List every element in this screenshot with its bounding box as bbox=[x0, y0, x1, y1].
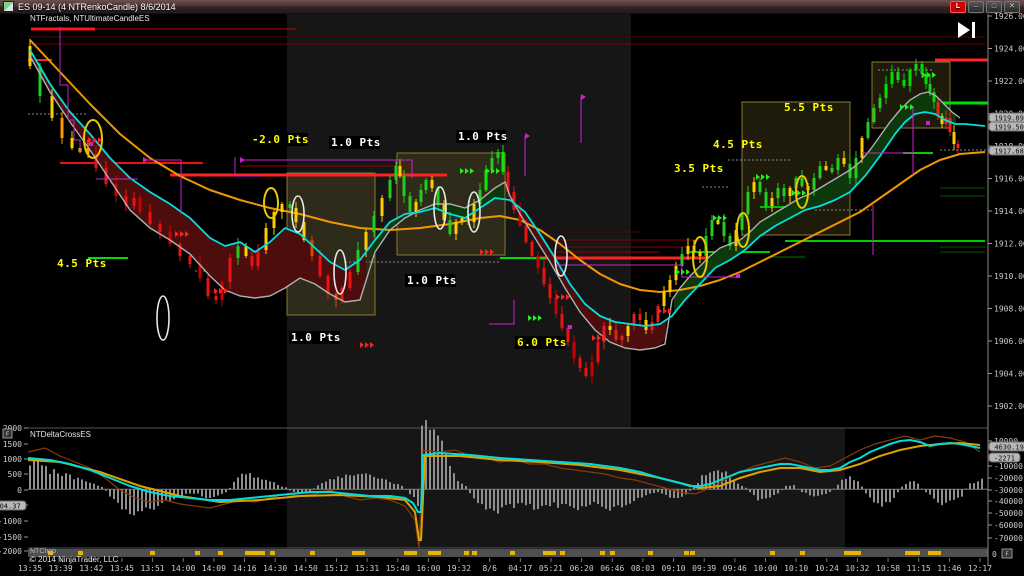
svg-text:1.0 Pts: 1.0 Pts bbox=[291, 331, 341, 344]
svg-text:04:17: 04:17 bbox=[508, 564, 532, 573]
svg-text:14:16: 14:16 bbox=[232, 564, 256, 573]
svg-text:19:32: 19:32 bbox=[447, 564, 471, 573]
svg-text:1.0 Pts: 1.0 Pts bbox=[407, 274, 457, 287]
svg-text:13:42: 13:42 bbox=[79, 564, 103, 573]
lower-panel-label: NTDeltaCrossES bbox=[30, 431, 91, 439]
svg-text:13:35: 13:35 bbox=[18, 564, 42, 573]
svg-text:-20000: -20000 bbox=[994, 474, 1023, 483]
svg-text:09:10: 09:10 bbox=[662, 564, 686, 573]
svg-text:06:20: 06:20 bbox=[570, 564, 594, 573]
svg-text:1914.00: 1914.00 bbox=[994, 207, 1024, 216]
chart-canvas[interactable]: 1926.001924.001922.001920.001918.001916.… bbox=[0, 0, 1024, 576]
svg-text:1.0 Pts: 1.0 Pts bbox=[458, 130, 508, 143]
svg-text:0: 0 bbox=[17, 486, 22, 495]
svg-text:-40000: -40000 bbox=[994, 497, 1023, 506]
svg-text:-60000: -60000 bbox=[994, 521, 1023, 530]
svg-text:13:51: 13:51 bbox=[141, 564, 165, 573]
svg-text:-1000: -1000 bbox=[0, 517, 22, 526]
svg-text:11:46: 11:46 bbox=[937, 564, 961, 573]
svg-text:5.5 Pts: 5.5 Pts bbox=[784, 101, 834, 114]
svg-text:3.5 Pts: 3.5 Pts bbox=[674, 162, 724, 175]
svg-text:F: F bbox=[6, 431, 10, 438]
svg-text:14:30: 14:30 bbox=[263, 564, 287, 573]
svg-text:4630.19: 4630.19 bbox=[994, 444, 1024, 452]
copyright-text: © 2014 NinjaTrader, LLC bbox=[30, 556, 118, 564]
svg-text:-2.0 Pts: -2.0 Pts bbox=[252, 133, 309, 146]
svg-text:09:46: 09:46 bbox=[723, 564, 747, 573]
svg-text:1926.00: 1926.00 bbox=[994, 12, 1024, 21]
svg-text:1917.68: 1917.68 bbox=[994, 148, 1024, 156]
svg-text:13:45: 13:45 bbox=[110, 564, 134, 573]
svg-text:1919.50: 1919.50 bbox=[994, 124, 1024, 132]
svg-text:8/6: 8/6 bbox=[482, 564, 497, 573]
svg-text:-2271: -2271 bbox=[994, 455, 1015, 463]
svg-text:-30000: -30000 bbox=[994, 486, 1023, 495]
svg-text:1500: 1500 bbox=[3, 440, 22, 449]
svg-text:1910.00: 1910.00 bbox=[994, 272, 1024, 281]
svg-text:1919.89: 1919.89 bbox=[994, 115, 1024, 123]
svg-text:1908.00: 1908.00 bbox=[994, 305, 1024, 314]
svg-text:F: F bbox=[1005, 551, 1009, 558]
ninjatrader-chart-window: ES 09-14 (4 NTRenkoCandle) 8/6/2014 L – … bbox=[0, 0, 1024, 576]
svg-text:13:39: 13:39 bbox=[49, 564, 73, 573]
svg-text:-704.37: -704.37 bbox=[0, 503, 21, 511]
svg-text:10:24: 10:24 bbox=[815, 564, 839, 573]
svg-text:10:00: 10:00 bbox=[753, 564, 777, 573]
svg-text:1000: 1000 bbox=[3, 455, 22, 464]
svg-text:-70000: -70000 bbox=[994, 534, 1023, 543]
svg-text:14:50: 14:50 bbox=[294, 564, 318, 573]
svg-text:15:40: 15:40 bbox=[386, 564, 410, 573]
svg-text:0: 0 bbox=[992, 550, 997, 559]
svg-text:500: 500 bbox=[8, 470, 23, 479]
svg-text:4.5 Pts: 4.5 Pts bbox=[57, 257, 107, 270]
svg-text:16:00: 16:00 bbox=[416, 564, 440, 573]
svg-text:1904.00: 1904.00 bbox=[994, 370, 1024, 379]
time-axis[interactable]: 13:35 13:39 13:42 13:45 13:51 14:00 14:09 14:16… bbox=[18, 558, 992, 573]
svg-text:05:21: 05:21 bbox=[539, 564, 563, 573]
svg-text:-2000: -2000 bbox=[0, 547, 22, 556]
svg-text:12:17: 12:17 bbox=[968, 564, 992, 573]
svg-text:14:09: 14:09 bbox=[202, 564, 226, 573]
svg-text:1924.00: 1924.00 bbox=[994, 45, 1024, 54]
lower-panel-button[interactable]: F bbox=[3, 429, 12, 438]
svg-text:06:46: 06:46 bbox=[600, 564, 624, 573]
svg-text:-1500: -1500 bbox=[0, 533, 22, 542]
svg-text:1912.00: 1912.00 bbox=[994, 240, 1024, 249]
svg-text:15:12: 15:12 bbox=[324, 564, 348, 573]
svg-text:-10000: -10000 bbox=[994, 462, 1023, 471]
go-to-last-bar-icon[interactable] bbox=[958, 22, 975, 38]
svg-text:08:03: 08:03 bbox=[631, 564, 655, 573]
svg-text:10:32: 10:32 bbox=[845, 564, 869, 573]
chop-marker-strip bbox=[28, 549, 988, 557]
svg-text:09:39: 09:39 bbox=[692, 564, 716, 573]
svg-text:1916.00: 1916.00 bbox=[994, 175, 1024, 184]
svg-text:1906.00: 1906.00 bbox=[994, 337, 1024, 346]
svg-text:14:00: 14:00 bbox=[171, 564, 195, 573]
svg-text:4.5 Pts: 4.5 Pts bbox=[713, 138, 763, 151]
svg-text:-50000: -50000 bbox=[994, 509, 1023, 518]
svg-text:1.0 Pts: 1.0 Pts bbox=[331, 136, 381, 149]
svg-text:1902.00: 1902.00 bbox=[994, 402, 1024, 411]
svg-text:10:10: 10:10 bbox=[784, 564, 808, 573]
svg-text:15:31: 15:31 bbox=[355, 564, 379, 573]
main-panel-label: NTFractals, NTUltimateCandleES bbox=[30, 15, 150, 23]
svg-text:6.0 Pts: 6.0 Pts bbox=[517, 336, 567, 349]
strip-panel-button[interactable]: F bbox=[1002, 549, 1012, 558]
svg-text:10:58: 10:58 bbox=[876, 564, 900, 573]
svg-text:1922.00: 1922.00 bbox=[994, 77, 1024, 86]
svg-text:11:15: 11:15 bbox=[907, 564, 931, 573]
